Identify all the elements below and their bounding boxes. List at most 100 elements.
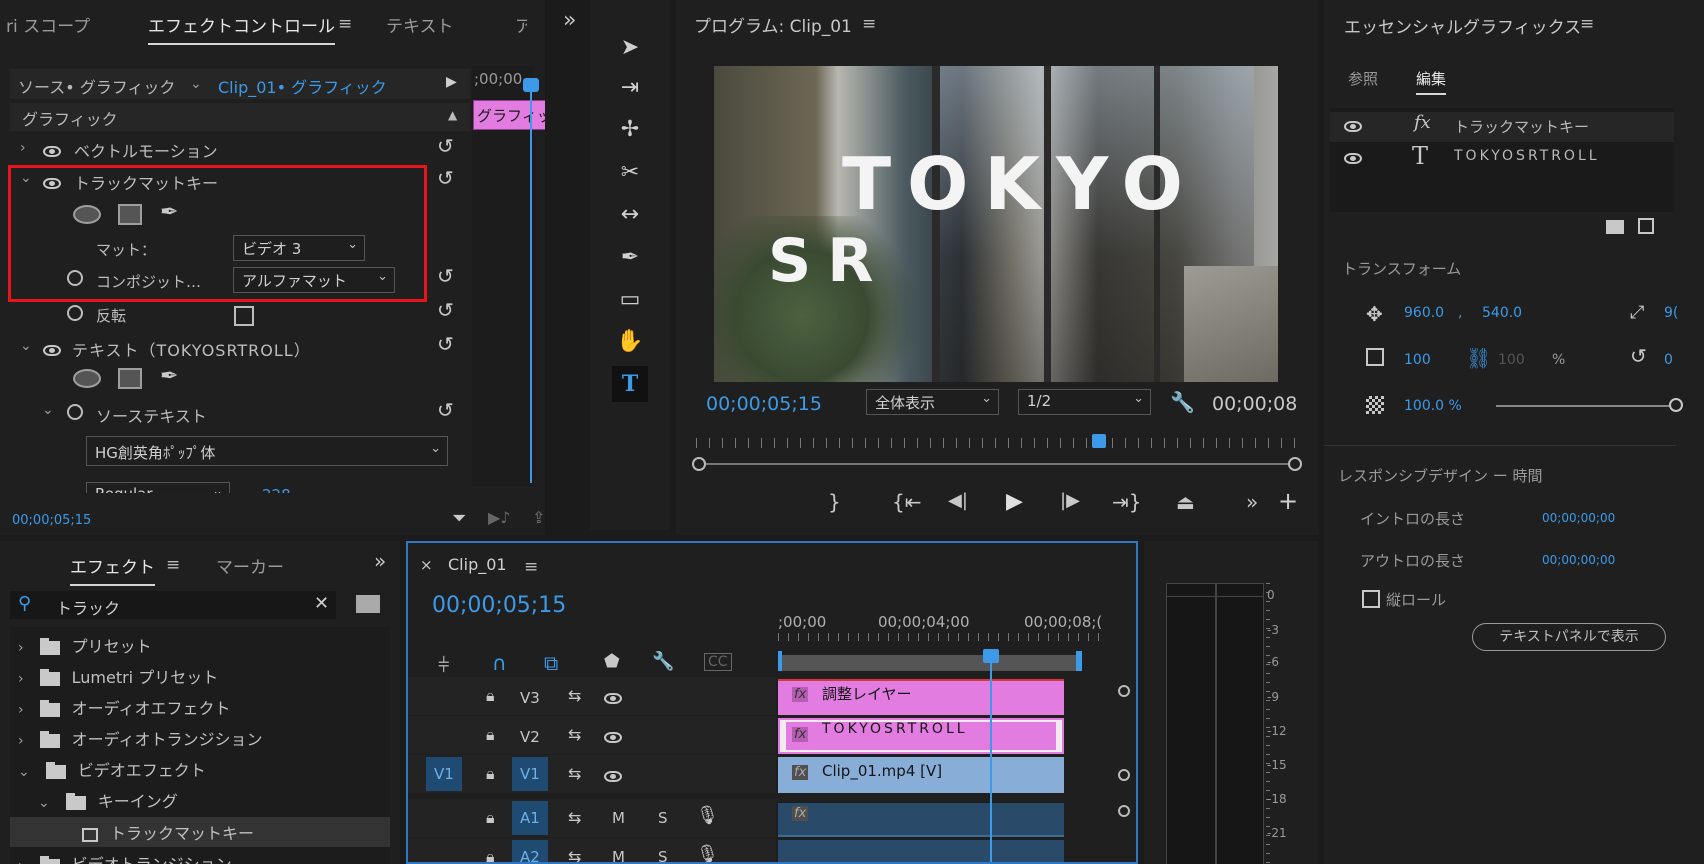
stopwatch-icon[interactable] bbox=[67, 270, 83, 286]
go-to-in-icon[interactable]: {⇤ bbox=[892, 490, 921, 514]
scroll-handle[interactable] bbox=[1118, 769, 1130, 781]
eye-icon[interactable] bbox=[604, 732, 622, 743]
linked-selection-icon[interactable]: ⧉ bbox=[544, 651, 558, 675]
sync-lock-icon[interactable]: ⇆ bbox=[568, 725, 581, 744]
mini-playhead-handle[interactable] bbox=[523, 78, 539, 92]
sync-lock-icon[interactable]: ⇆ bbox=[568, 686, 581, 705]
rectangle-mask-icon[interactable] bbox=[118, 368, 142, 389]
lock-icon[interactable]: 🔒︎ bbox=[486, 725, 495, 745]
step-forward-icon[interactable]: |▶ bbox=[1060, 490, 1080, 511]
composite-dropdown[interactable]: アルファマット ⌄ bbox=[233, 267, 395, 293]
lock-icon[interactable]: 🔒︎ bbox=[486, 847, 495, 862]
anchor-value[interactable]: 9( bbox=[1664, 305, 1704, 321]
track-label-a2[interactable]: A2 bbox=[520, 848, 540, 862]
magnet-icon[interactable]: ∩ bbox=[492, 651, 507, 675]
reset-icon[interactable]: ↺ bbox=[437, 298, 454, 322]
track-label-v3[interactable]: V3 bbox=[520, 689, 540, 707]
opacity-value[interactable]: 100.0 % bbox=[1404, 398, 1462, 414]
sync-lock-icon[interactable]: ⇆ bbox=[568, 808, 581, 827]
go-to-out-icon[interactable]: ⇥} bbox=[1112, 490, 1141, 514]
lock-icon[interactable]: 🔒︎ bbox=[486, 808, 495, 828]
panel-overflow-icon[interactable]: » bbox=[563, 8, 576, 33]
search-input[interactable]: トラック bbox=[56, 595, 120, 619]
eye-icon[interactable] bbox=[43, 146, 61, 157]
sync-lock-icon[interactable]: ⇆ bbox=[568, 764, 581, 783]
eye-icon[interactable] bbox=[1344, 153, 1362, 164]
expand-icon[interactable]: ⌄ bbox=[20, 338, 32, 354]
mini-playhead[interactable] bbox=[530, 78, 532, 483]
track-label-a1[interactable]: A1 bbox=[520, 809, 540, 827]
play-audio-icon[interactable]: ▶♪ bbox=[488, 508, 511, 527]
new-bin-icon[interactable] bbox=[356, 595, 380, 613]
font-dropdown[interactable]: HG創英角ﾎﾟｯﾌﾟ体 ⌄ bbox=[86, 436, 448, 466]
mark-out-icon[interactable]: } bbox=[828, 490, 841, 514]
microphone-icon[interactable]: 🎙︎ bbox=[696, 844, 719, 862]
list-item[interactable]: ⌄ キーイング bbox=[38, 788, 178, 812]
video-frame[interactable]: TOKYO SR bbox=[714, 66, 1278, 382]
menu-icon[interactable]: ≡ bbox=[862, 14, 876, 34]
list-item[interactable]: › オーディオトランジション bbox=[18, 726, 263, 750]
add-button-icon[interactable]: + bbox=[1278, 487, 1298, 515]
wrench-icon[interactable]: 🔧 bbox=[1170, 390, 1195, 414]
add-marker-icon[interactable]: ⬟ bbox=[604, 651, 620, 672]
selection-tool-icon[interactable]: ➤ bbox=[612, 30, 648, 66]
tab-markers[interactable]: マーカー bbox=[216, 553, 284, 578]
eye-icon[interactable] bbox=[604, 771, 622, 782]
new-layer-icon[interactable] bbox=[1638, 218, 1654, 234]
slip-tool-icon[interactable]: ↔ bbox=[612, 197, 648, 233]
export-icon[interactable]: ⇪ bbox=[532, 508, 545, 527]
lift-icon[interactable]: ⏏ bbox=[1176, 490, 1195, 514]
sequence-tab[interactable]: Clip_01 bbox=[448, 555, 507, 574]
eye-icon[interactable] bbox=[43, 178, 61, 189]
layer-text[interactable]: TOKYOSRTROLL bbox=[1454, 148, 1600, 164]
intro-value[interactable]: 00;00;00;00 bbox=[1542, 511, 1615, 525]
scale-value-2[interactable]: 100 bbox=[1498, 352, 1525, 368]
zoom-handle-left[interactable] bbox=[692, 457, 706, 471]
eye-icon[interactable] bbox=[1344, 121, 1362, 132]
captions-icon[interactable]: CC bbox=[704, 653, 732, 671]
opacity-slider-handle[interactable] bbox=[1669, 398, 1683, 412]
tab-effect-controls[interactable]: エフェクトコントロール bbox=[148, 12, 335, 45]
track-label-v1[interactable]: V1 bbox=[520, 765, 540, 783]
pen-mask-icon[interactable]: ✒ bbox=[160, 364, 178, 389]
list-item[interactable]: › Lumetri プリセット bbox=[18, 664, 218, 688]
zoom-handle-right[interactable] bbox=[1288, 457, 1302, 471]
track-select-tool-icon[interactable]: ⇥ bbox=[612, 70, 648, 106]
opacity-slider-track[interactable] bbox=[1496, 405, 1676, 407]
chevron-down-icon[interactable]: ⌄ bbox=[190, 76, 202, 92]
reverse-checkbox[interactable] bbox=[234, 306, 254, 326]
layer-track-matte[interactable]: トラックマットキー bbox=[1454, 116, 1589, 137]
microphone-icon[interactable]: 🎙︎ bbox=[696, 805, 719, 826]
stopwatch-icon[interactable] bbox=[67, 404, 83, 420]
tab-effects[interactable]: エフェクト bbox=[70, 553, 155, 586]
track-label-v2[interactable]: V2 bbox=[520, 728, 540, 746]
reset-icon[interactable]: ↺ bbox=[437, 398, 454, 422]
rectangle-tool-icon[interactable]: ▭ bbox=[612, 282, 648, 318]
eye-icon[interactable] bbox=[43, 345, 61, 356]
reset-icon[interactable]: ↺ bbox=[437, 134, 454, 158]
tab-edit[interactable]: 編集 bbox=[1416, 68, 1447, 95]
audio-clip-a2[interactable] bbox=[778, 840, 1064, 862]
text-panel-button[interactable]: テキストパネルで表示 bbox=[1472, 623, 1666, 651]
snap-icon[interactable]: ⫩ bbox=[438, 653, 449, 677]
overflow-icon[interactable]: » bbox=[1246, 490, 1258, 514]
roll-checkbox[interactable] bbox=[1362, 590, 1380, 608]
tab-text[interactable]: テキスト bbox=[386, 12, 454, 37]
close-icon[interactable]: × bbox=[420, 556, 433, 574]
scrub-ruler[interactable] bbox=[696, 438, 1296, 448]
hand-tool-icon[interactable]: ✋ bbox=[612, 324, 648, 360]
clip-label[interactable]: Clip_01• グラフィック bbox=[218, 74, 387, 98]
work-area-bar[interactable] bbox=[778, 655, 1080, 671]
ruler-ticks[interactable] bbox=[778, 633, 1108, 641]
timeline-playhead-handle[interactable] bbox=[983, 649, 999, 663]
settings-wrench-icon[interactable]: 🔧 bbox=[652, 651, 674, 672]
scroll-handle[interactable] bbox=[1118, 805, 1130, 817]
list-item[interactable]: › プリセット bbox=[18, 633, 152, 657]
sync-lock-icon[interactable]: ⇆ bbox=[568, 847, 581, 862]
mute-button[interactable]: M bbox=[612, 809, 625, 827]
source-label[interactable]: ソース• グラフィック bbox=[18, 74, 175, 98]
program-title[interactable]: プログラム: Clip_01 bbox=[694, 12, 852, 37]
ellipse-mask-icon[interactable] bbox=[73, 369, 101, 388]
tab-browse[interactable]: 参照 bbox=[1348, 68, 1378, 89]
zoom-dropdown[interactable]: 全体表示 ⌄ bbox=[866, 389, 999, 415]
